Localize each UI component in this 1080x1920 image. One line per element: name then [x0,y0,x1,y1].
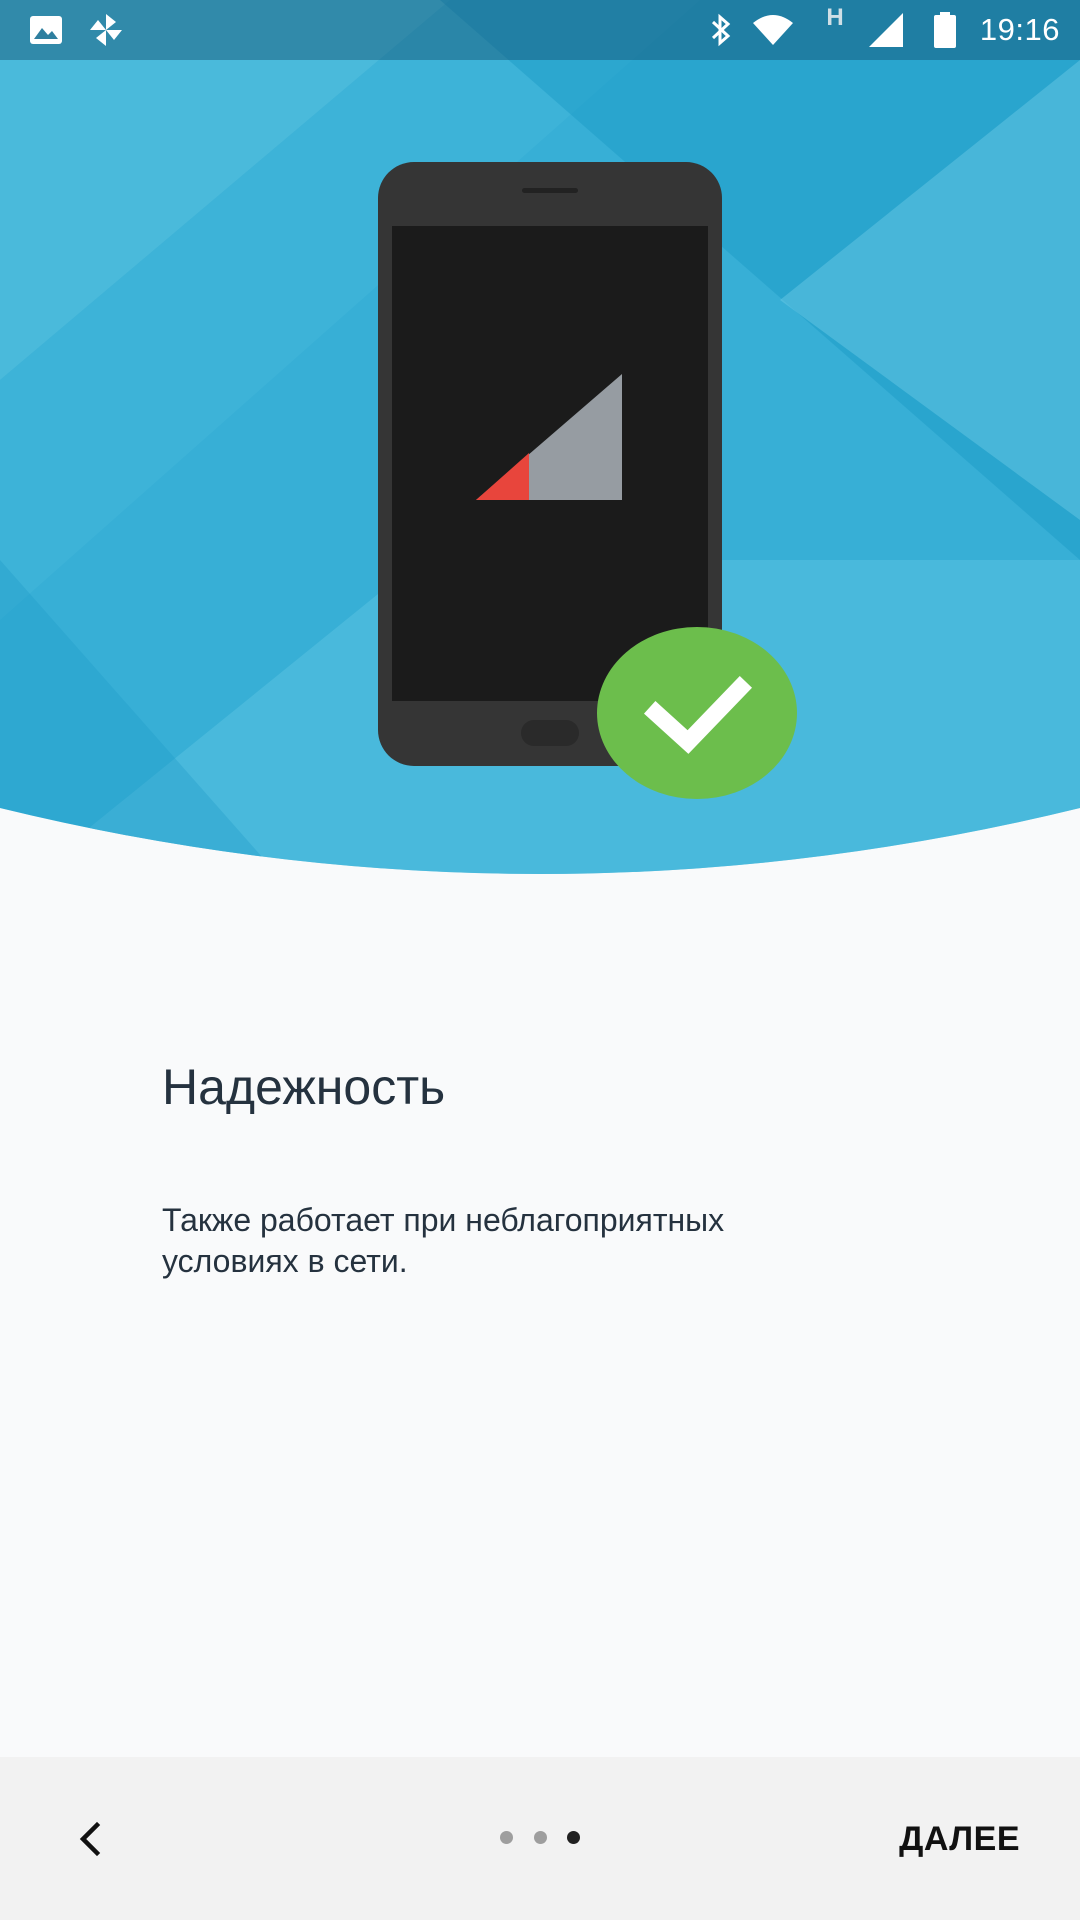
hspa-icon: H [826,4,844,31]
pinwheel-notification-icon [86,0,126,60]
status-bar: H 19:16 [0,0,1080,60]
wifi-icon [750,0,796,60]
onboarding-screen: H 19:16 Надежность Также работает при не… [0,0,1080,1920]
page-description: Также работает при неблагоприятных услов… [162,1202,725,1279]
back-button[interactable] [60,1799,120,1879]
check-badge-icon [597,627,797,799]
battery-icon [930,0,960,60]
chevron-left-icon [79,1821,101,1857]
page-indicator-dot-active [567,1830,580,1844]
bluetooth-icon [706,0,736,60]
image-notification-icon [26,0,66,60]
page-indicator-dot [533,1830,547,1844]
status-time: 19:16 [979,12,1060,47]
bottom-navigation-bar: ДАЛЕЕ [0,1757,1080,1920]
next-button[interactable]: ДАЛЕЕ [889,1799,1030,1879]
page-title: Надежность [162,1059,446,1115]
page-indicator [500,1827,580,1847]
hero-illustration [0,0,1080,900]
cellular-signal-icon [866,0,906,60]
page-indicator-dot [500,1830,513,1844]
